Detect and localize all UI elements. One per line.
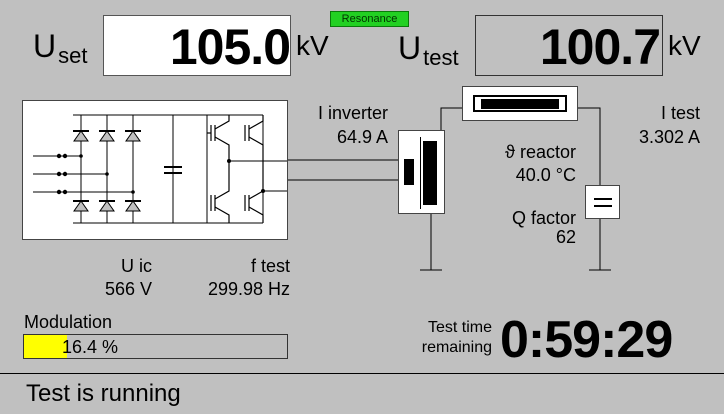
i-test-value: 3.302 A (638, 127, 700, 147)
modulation-value: 16.4 % (62, 337, 119, 357)
u-ic-label: U ic (121, 256, 152, 276)
reactor-symbol (462, 86, 578, 121)
u-set-label: Uset (33, 28, 88, 68)
u-set-unit: kV (296, 30, 329, 61)
i-test-label: I test (660, 103, 700, 123)
modulation-bar-fill (24, 335, 68, 358)
u-test-field: 100.7 (475, 15, 663, 76)
q-factor-value: 62 (555, 227, 576, 247)
status-message: Test is running (26, 380, 181, 407)
inverter-schematic (22, 100, 288, 240)
reactor-temp-value: 40.0 °C (515, 165, 576, 185)
u-ic-value: 566 V (104, 279, 152, 299)
u-test-unit: kV (668, 30, 701, 61)
status-bar: Test is running (0, 373, 724, 414)
i-inverter-label: I inverter (317, 103, 388, 123)
reactor-temp-label: ϑ reactor (505, 142, 576, 162)
test-time-remaining: 0:59:29 (500, 311, 673, 369)
u-test-value: 100.7 (539, 19, 661, 75)
f-test-label: f test (250, 256, 290, 276)
test-object-capacitor (585, 185, 620, 219)
resonance-badge: Resonance (330, 11, 409, 27)
test-time-label: Test time remaining (421, 319, 492, 356)
inverter-circuit-diagram (33, 114, 287, 224)
u-set-field[interactable]: 105.0 (103, 15, 291, 76)
inverter-output-wires (288, 159, 400, 181)
u-set-value: 105.0 (169, 19, 291, 75)
f-test-value: 299.98 Hz (207, 279, 290, 299)
u-test-label: Utest (398, 30, 459, 70)
modulation-label: Modulation (24, 312, 113, 332)
modulation-bar: 16.4 % (23, 334, 288, 359)
i-inverter-value: 64.9 A (336, 127, 388, 147)
q-factor-label: Q factor (511, 208, 576, 228)
